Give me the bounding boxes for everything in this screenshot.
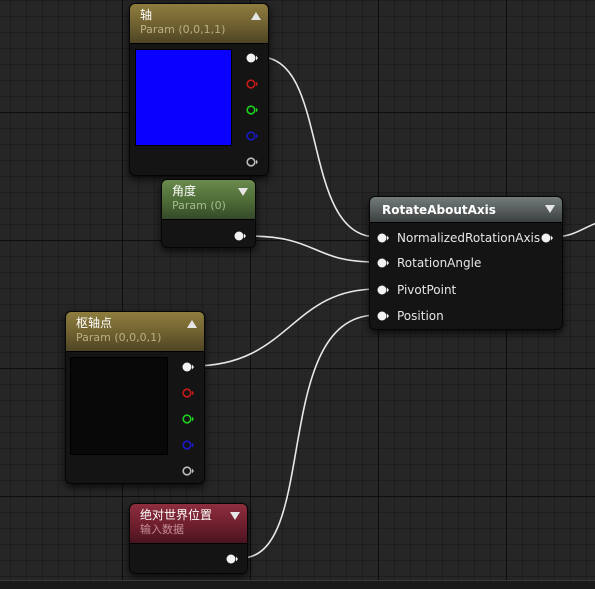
angle-node-header[interactable]: 角度 Param (0) — [162, 180, 255, 220]
wire-angle-to-rotation-angle — [246, 235, 378, 263]
collapse-preview-icon[interactable] — [187, 320, 197, 328]
axis-output-b-pin[interactable] — [246, 130, 258, 142]
angle-output-pin[interactable] — [234, 230, 246, 242]
axis-param-node[interactable]: 轴 Param (0,0,1,1) — [129, 3, 269, 176]
collapse-preview-icon[interactable] — [251, 12, 261, 20]
world-position-output-pin[interactable] — [226, 553, 238, 565]
position-label: Position — [397, 309, 444, 323]
world-position-node-subtitle: 输入数据 — [140, 523, 184, 536]
pivot-output-r-pin[interactable] — [182, 387, 194, 399]
rotate-output-pin[interactable] — [541, 232, 553, 244]
world-position-node-header[interactable]: 绝对世界位置 输入数据 — [130, 504, 247, 544]
angle-param-node[interactable]: 角度 Param (0) — [161, 179, 256, 248]
pivot-point-input-pin[interactable] — [377, 284, 389, 296]
collapse-arrow-icon[interactable] — [230, 512, 240, 520]
pivot-param-node[interactable]: 枢轴点 Param (0,0,0,1) — [65, 311, 205, 484]
pivot-point-label: PivotPoint — [397, 283, 457, 297]
axis-output-rgba-pin[interactable] — [246, 52, 258, 64]
absolute-world-position-node[interactable]: 绝对世界位置 输入数据 — [129, 503, 248, 574]
wire-worldpos-to-position — [240, 314, 378, 559]
angle-node-subtitle: Param (0) — [172, 199, 226, 212]
axis-node-title: 轴 — [140, 8, 153, 22]
rotation-angle-label: RotationAngle — [397, 256, 482, 270]
position-input-pin[interactable] — [377, 310, 389, 322]
rotate-node-title: RotateAboutAxis — [382, 203, 496, 217]
pivot-output-a-pin[interactable] — [182, 465, 194, 477]
collapse-arrow-icon[interactable] — [545, 205, 555, 213]
axis-node-subtitle: Param (0,0,1,1) — [140, 23, 226, 36]
rotation-angle-input-pin[interactable] — [377, 257, 389, 269]
normalized-rotation-axis-label: NormalizedRotationAxis — [397, 231, 541, 245]
pivot-color-preview — [70, 357, 168, 455]
wire-pivot-to-pivot-point — [192, 288, 378, 367]
world-position-node-title: 绝对世界位置 — [140, 508, 213, 522]
axis-color-preview — [135, 49, 232, 146]
pivot-node-subtitle: Param (0,0,0,1) — [76, 331, 162, 344]
axis-output-g-pin[interactable] — [246, 104, 258, 116]
rotate-about-axis-node[interactable]: RotateAboutAxis NormalizedRotationAxis R… — [369, 196, 563, 330]
axis-output-a-pin[interactable] — [246, 156, 258, 168]
wire-axis-to-rotation-axis — [259, 56, 378, 238]
angle-node-title: 角度 — [172, 184, 197, 198]
pivot-node-header[interactable]: 枢轴点 Param (0,0,0,1) — [66, 312, 204, 352]
pivot-node-title: 枢轴点 — [76, 316, 113, 330]
collapse-arrow-icon[interactable] — [238, 188, 248, 196]
axis-node-header[interactable]: 轴 Param (0,0,1,1) — [130, 4, 268, 44]
pivot-output-g-pin[interactable] — [182, 413, 194, 425]
normalized-rotation-axis-input-pin[interactable] — [377, 232, 389, 244]
rotate-node-header[interactable]: RotateAboutAxis — [370, 197, 562, 223]
pivot-output-b-pin[interactable] — [182, 439, 194, 451]
axis-output-r-pin[interactable] — [246, 78, 258, 90]
pivot-output-rgba-pin[interactable] — [182, 361, 194, 373]
